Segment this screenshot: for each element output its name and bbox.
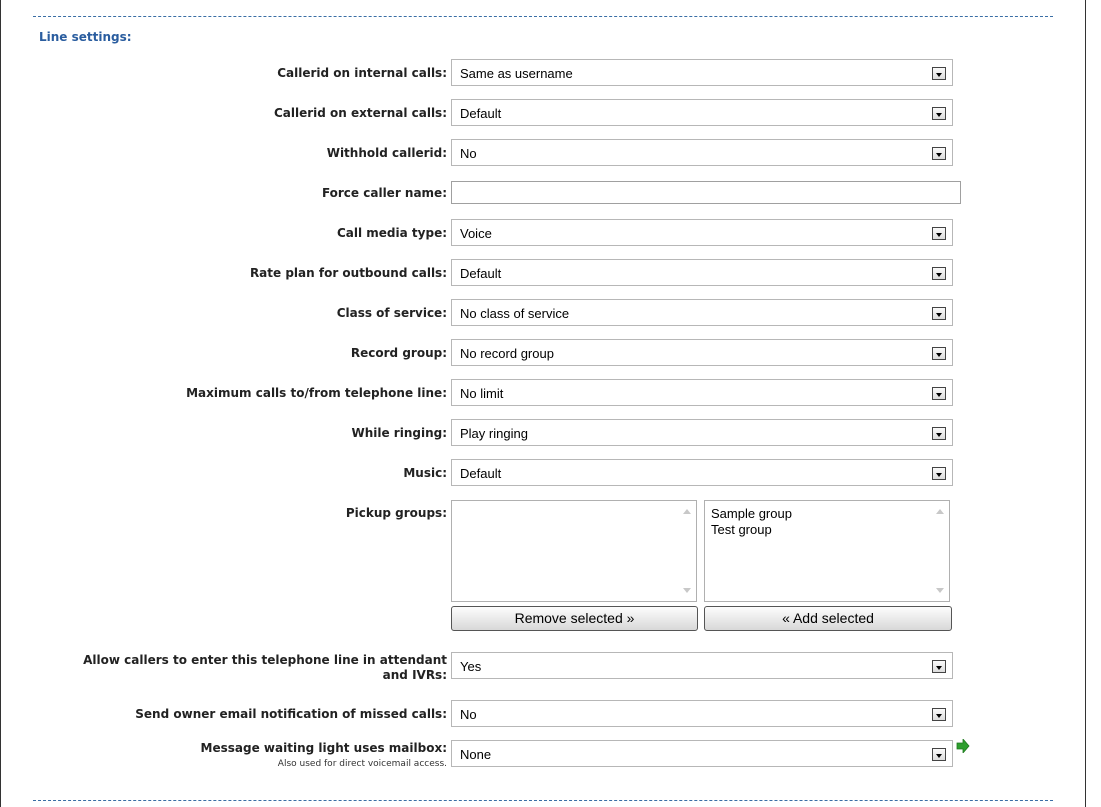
list-item[interactable]: Test group: [705, 522, 792, 538]
chevron-down-icon[interactable]: [932, 427, 946, 440]
label-line-1: Allow callers to enter this telephone li…: [83, 653, 447, 667]
available-options: Sample group Test group: [705, 506, 792, 538]
label-callerid-external: Callerid on external calls:: [273, 106, 447, 120]
label-mwi-mailbox: Message waiting light uses mailbox: Also…: [7, 741, 447, 772]
select-value: Default: [460, 466, 502, 481]
rate-plan-select[interactable]: Default: [451, 259, 953, 286]
music-select[interactable]: Default: [451, 459, 953, 486]
withhold-callerid-select[interactable]: No: [451, 139, 953, 166]
label-withhold-callerid: Withhold callerid:: [326, 146, 447, 160]
chevron-down-icon[interactable]: [932, 660, 946, 673]
label-callerid-internal: Callerid on internal calls:: [277, 66, 447, 80]
list-item[interactable]: Sample group: [705, 506, 792, 522]
allow-attendant-select[interactable]: Yes: [451, 652, 953, 679]
section-divider-top: [33, 16, 1053, 17]
label-subtext: Also used for direct voicemail access.: [277, 759, 447, 769]
scroll-up-icon[interactable]: [936, 509, 944, 514]
green-arrow-right-icon[interactable]: [956, 739, 970, 753]
frame-left-border: [0, 0, 1, 807]
label-music: Music:: [403, 466, 447, 480]
label-call-media-type: Call media type:: [336, 226, 447, 240]
while-ringing-select[interactable]: Play ringing: [451, 419, 953, 446]
chevron-down-icon[interactable]: [932, 107, 946, 120]
label-while-ringing: While ringing:: [351, 426, 447, 440]
label-missed-calls-email: Send owner email notification of missed …: [135, 707, 447, 721]
callerid-internal-select[interactable]: Same as username: [451, 59, 953, 86]
frame-right-border: [1085, 0, 1086, 807]
chevron-down-icon[interactable]: [932, 227, 946, 240]
call-media-type-select[interactable]: Voice: [451, 219, 953, 246]
pickup-groups-selected-list[interactable]: [451, 500, 697, 602]
chevron-down-icon[interactable]: [932, 347, 946, 360]
chevron-down-icon[interactable]: [932, 147, 946, 160]
chevron-down-icon[interactable]: [932, 67, 946, 80]
chevron-down-icon[interactable]: [932, 307, 946, 320]
select-value: Default: [460, 266, 502, 281]
callerid-external-select[interactable]: Default: [451, 99, 953, 126]
max-calls-select[interactable]: No limit: [451, 379, 953, 406]
select-value: No: [460, 146, 477, 161]
label-text: Message waiting light uses mailbox:: [200, 741, 447, 755]
scrollbar[interactable]: [932, 503, 947, 599]
chevron-down-icon[interactable]: [932, 708, 946, 721]
select-value: None: [460, 747, 492, 762]
select-value: No class of service: [460, 306, 570, 321]
chevron-down-icon[interactable]: [932, 467, 946, 480]
label-class-of-service: Class of service:: [336, 306, 447, 320]
scroll-down-icon[interactable]: [683, 588, 691, 593]
remove-selected-button[interactable]: Remove selected »: [451, 606, 698, 631]
label-pickup-groups: Pickup groups:: [345, 506, 447, 520]
select-value: Voice: [460, 226, 492, 241]
label-allow-attendant: Allow callers to enter this telephone li…: [7, 653, 447, 683]
select-value: Same as username: [460, 66, 573, 81]
select-value: Play ringing: [460, 426, 528, 441]
label-record-group: Record group:: [350, 346, 447, 360]
missed-calls-email-select[interactable]: No: [451, 700, 953, 727]
label-rate-plan: Rate plan for outbound calls:: [249, 266, 447, 280]
scroll-down-icon[interactable]: [936, 588, 944, 593]
scroll-up-icon[interactable]: [683, 509, 691, 514]
section-divider-bottom: [33, 800, 1053, 801]
add-selected-button[interactable]: « Add selected: [704, 606, 952, 631]
chevron-down-icon[interactable]: [932, 387, 946, 400]
label-line-2: and IVRs:: [382, 668, 447, 682]
chevron-down-icon[interactable]: [932, 748, 946, 761]
select-value: Default: [460, 106, 502, 121]
scrollbar[interactable]: [679, 503, 694, 599]
label-max-calls: Maximum calls to/from telephone line:: [186, 386, 447, 400]
section-title: Line settings:: [39, 30, 132, 44]
force-caller-name-input[interactable]: [451, 181, 961, 204]
class-of-service-select[interactable]: No class of service: [451, 299, 953, 326]
select-value: No: [460, 707, 477, 722]
mwi-mailbox-select[interactable]: None: [451, 740, 953, 767]
select-value: Yes: [460, 659, 482, 674]
select-value: No limit: [460, 386, 504, 401]
record-group-select[interactable]: No record group: [451, 339, 953, 366]
chevron-down-icon[interactable]: [932, 267, 946, 280]
label-force-caller-name: Force caller name:: [321, 186, 447, 200]
pickup-groups-available-list[interactable]: Sample group Test group: [704, 500, 950, 602]
select-value: No record group: [460, 346, 554, 361]
